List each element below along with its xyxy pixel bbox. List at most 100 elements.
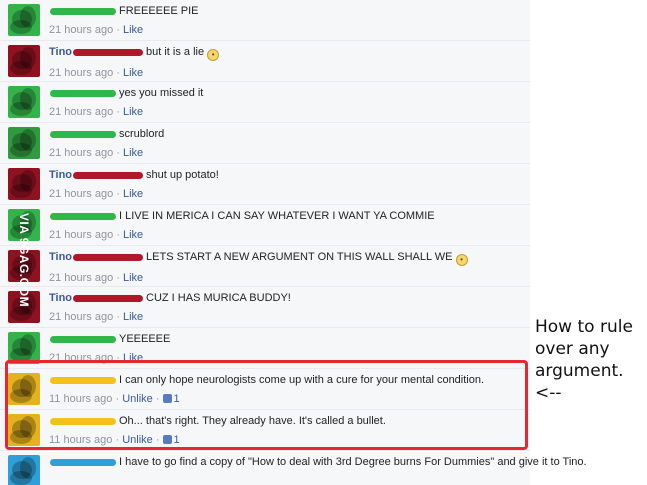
like-count[interactable]: 1 [162,434,180,446]
timestamp[interactable]: 11 hours ago [49,434,112,446]
avatar-scribble [10,430,32,444]
comment-line: YEEEEEE [49,332,524,346]
avatar[interactable] [8,86,40,118]
comment-meta: 21 hours ago · Like [49,147,524,160]
comment-line: I have to go find a copy of "How to deal… [49,455,587,469]
separator: · [113,147,123,159]
timestamp[interactable]: 21 hours ago [49,147,113,159]
avatar[interactable] [8,414,40,446]
unlike-link[interactable]: Unlike [122,393,153,405]
like-link[interactable]: Like [123,188,143,200]
avatar-scribble [10,471,32,485]
avatar-scribble [10,184,32,198]
comment-text: I can only hope neurologists come up wit… [119,374,485,386]
comment-body: scrublord 21 hours ago · Like [49,127,524,160]
separator: · [113,24,123,36]
comment-row: yes you missed it 21 hours ago · Like [0,82,530,123]
comment-body: I have to go find a copy of "How to deal… [49,455,587,469]
like-link[interactable]: Like [123,272,143,284]
avatar[interactable] [8,373,40,405]
like-link[interactable]: Like [123,311,143,323]
emoji-icon: • [455,254,468,266]
comment-line: Tino shut up potato! [49,168,524,182]
thumbs-up-icon [162,435,172,444]
like-count[interactable]: 1 [162,393,180,405]
avatar[interactable] [8,4,40,36]
author-name[interactable]: Tino [49,46,72,58]
separator: · [112,393,123,405]
avatar-scribble [10,143,32,157]
comment-text: CUZ I HAS MURICA BUDDY! [146,292,291,304]
comment-meta: 11 hours ago · Unlike · 1 [49,393,524,406]
timestamp[interactable]: 11 hours ago [49,393,112,405]
comment-line: Tino but it is a lie • [49,45,524,61]
comment-meta: 21 hours ago · Like [49,24,524,37]
timestamp[interactable]: 21 hours ago [49,272,113,284]
comment-body: I can only hope neurologists come up wit… [49,373,524,406]
comment-text: LETS START A NEW ARGUMENT ON THIS WALL S… [146,251,453,263]
comment-body: Oh... that's right. They already have. I… [49,414,524,447]
comment-text: FREEEEEE PIE [119,5,199,17]
separator: · [112,434,123,446]
timestamp[interactable]: 21 hours ago [49,188,113,200]
like-link[interactable]: Like [123,147,143,159]
comment-body: I LIVE IN MERICA I CAN SAY WHATEVER I WA… [49,209,524,242]
timestamp[interactable]: 21 hours ago [49,311,113,323]
author-name[interactable]: Tino [49,169,72,181]
comment-line: scrublord [49,127,524,141]
like-link[interactable]: Like [123,24,143,36]
name-scribble [50,130,116,138]
name-scribble [73,171,144,179]
comment-meta: 21 hours ago · Like [49,106,524,119]
timestamp[interactable]: 21 hours ago [49,352,113,364]
timestamp[interactable]: 21 hours ago [49,67,113,79]
annotation-line: <-- [535,383,562,403]
timestamp[interactable]: 21 hours ago [49,229,113,241]
comment-row: I have to go find a copy of "How to deal… [0,451,587,485]
separator: · [113,352,123,364]
separator: · [113,229,123,241]
author-name[interactable]: Tino [49,251,72,263]
comment-row: Tino LETS START A NEW ARGUMENT ON THIS WA… [0,246,530,287]
separator: · [113,272,123,284]
unlike-link[interactable]: Unlike [122,434,153,446]
comment-meta: 11 hours ago · Unlike · 1 [49,434,524,447]
separator: · [152,393,163,405]
comment-body: Tino CUZ I HAS MURICA BUDDY! 21 hours ago … [49,291,524,324]
like-link[interactable]: Like [123,352,143,364]
comment-line: Oh... that's right. They already have. I… [49,414,524,428]
comment-row: Oh... that's right. They already have. I… [0,410,530,451]
comment-row: FREEEEEE PIE 21 hours ago · Like [0,0,530,41]
comment-text: YEEEEEE [119,333,171,345]
comment-text: shut up potato! [146,169,219,181]
comment-body: FREEEEEE PIE 21 hours ago · Like [49,4,524,37]
comment-text: Oh... that's right. They already have. I… [119,415,386,427]
avatar[interactable] [8,332,40,364]
avatar[interactable] [8,168,40,200]
comment-body: YEEEEEE 21 hours ago · Like [49,332,524,365]
comment-row: Tino shut up potato! 21 hours ago · Like [0,164,530,205]
comment-line: Tino LETS START A NEW ARGUMENT ON THIS WA… [49,250,524,266]
avatar-scribble [10,20,32,34]
timestamp[interactable]: 21 hours ago [49,106,113,118]
like-link[interactable]: Like [123,229,143,241]
separator: · [113,311,123,323]
avatar-scribble [10,102,32,116]
like-link[interactable]: Like [123,67,143,79]
separator: · [113,67,123,79]
name-scribble [73,48,144,56]
comment-line: I LIVE IN MERICA I CAN SAY WHATEVER I WA… [49,209,524,223]
timestamp[interactable]: 21 hours ago [49,24,113,36]
separator: · [113,188,123,200]
comment-meta: 21 hours ago · Like [49,352,524,365]
comment-body: Tino shut up potato! 21 hours ago · Like [49,168,524,201]
comment-row: YEEEEEE 21 hours ago · Like [0,328,530,369]
comment-meta: 21 hours ago · Like [49,272,524,285]
avatar[interactable] [8,127,40,159]
like-link[interactable]: Like [123,106,143,118]
comment-row: Tino CUZ I HAS MURICA BUDDY! 21 hours ago … [0,287,530,328]
author-name[interactable]: Tino [49,292,72,304]
name-scribble [50,212,116,220]
avatar[interactable] [8,45,40,77]
avatar[interactable] [8,455,40,485]
